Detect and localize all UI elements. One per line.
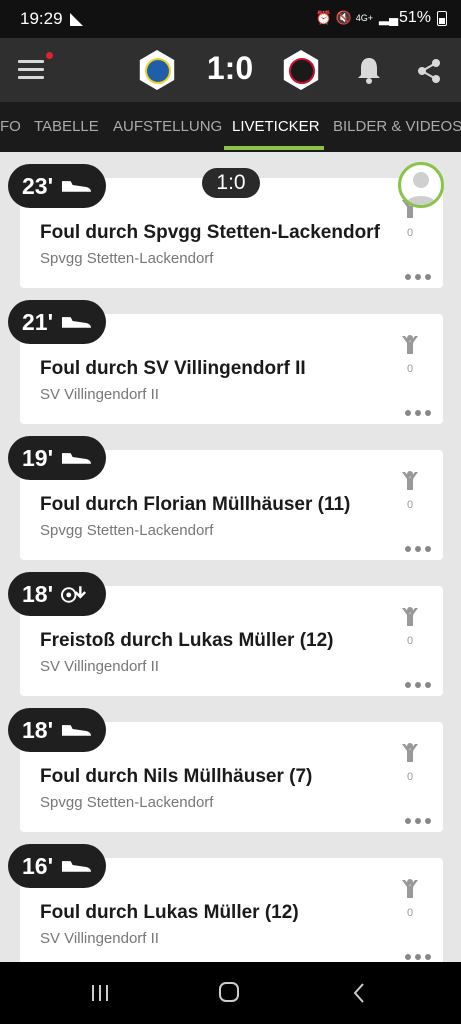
event-team: Spvgg Stetten-Lackendorf xyxy=(40,794,214,811)
event-minute: 16' xyxy=(22,852,54,879)
live-score-chip: 1:0 xyxy=(202,168,260,198)
event-title: Foul durch Spvgg Stetten-Lackendorf xyxy=(40,222,380,243)
sim-icon xyxy=(70,13,83,26)
person-icon xyxy=(406,172,436,205)
cheer-icon xyxy=(402,335,418,354)
event-team: Spvgg Stetten-Lackendorf xyxy=(40,522,214,539)
status-bar: 19:29 ⏰ 🔇 4G+ ▂▄ 51% xyxy=(0,0,461,38)
more-options-button[interactable] xyxy=(405,954,431,960)
event-team: SV Villingendorf II xyxy=(40,658,159,675)
battery-icon xyxy=(437,10,447,26)
signal-icon: ▂▄ xyxy=(378,10,399,25)
event-title: Freistoß durch Lukas Müller (12) xyxy=(40,630,334,651)
away-team-crest[interactable] xyxy=(283,50,319,90)
minute-badge: 18' xyxy=(8,708,106,752)
event-minute: 23' xyxy=(22,172,54,199)
more-options-button[interactable] xyxy=(405,410,431,416)
event-title: Foul durch Nils Müllhäuser (7) xyxy=(40,766,313,787)
free-kick-icon xyxy=(61,586,87,603)
event-team: SV Villingendorf II xyxy=(40,386,159,403)
like-button[interactable]: 0 xyxy=(399,470,421,511)
like-button[interactable]: 0 xyxy=(399,878,421,919)
tab-bar: FO TABELLE AUFSTELLUNG LIVETICKER BILDER… xyxy=(0,102,461,152)
tab-liveticker[interactable]: LIVETICKER xyxy=(232,102,320,152)
user-avatar[interactable] xyxy=(398,162,444,208)
minute-badge: 16' xyxy=(8,844,106,888)
tab-aufstellung[interactable]: AUFSTELLUNG xyxy=(113,102,222,152)
menu-button[interactable] xyxy=(18,60,44,80)
minute-badge: 18' xyxy=(8,572,106,616)
like-count: 0 xyxy=(406,499,414,511)
like-button[interactable]: 0 xyxy=(399,606,421,647)
more-options-button[interactable] xyxy=(405,682,431,688)
cheer-icon xyxy=(402,471,418,490)
more-options-button[interactable] xyxy=(405,274,431,280)
event-minute: 21' xyxy=(22,308,54,335)
cheer-icon xyxy=(402,743,418,762)
status-icons: ⏰ 🔇 4G+ ▂▄ 51% xyxy=(316,9,447,27)
like-button[interactable]: 0 xyxy=(399,334,421,375)
cheer-icon xyxy=(402,879,418,898)
home-team-crest[interactable] xyxy=(139,50,175,90)
event-title: Foul durch SV Villingendorf II xyxy=(40,358,306,379)
foul-boot-icon xyxy=(62,861,92,872)
more-options-button[interactable] xyxy=(405,818,431,824)
minute-badge: 21' xyxy=(8,300,106,344)
event-title: Foul durch Lukas Müller (12) xyxy=(40,902,299,923)
like-count: 0 xyxy=(406,363,414,375)
like-count: 0 xyxy=(406,227,414,239)
battery-percent: 51% xyxy=(398,9,431,26)
status-time: 19:29 xyxy=(20,9,63,28)
home-button[interactable] xyxy=(219,982,239,1002)
event-team: Spvgg Stetten-Lackendorf xyxy=(40,250,214,267)
network-label: 4G+ xyxy=(355,13,373,23)
cheer-icon xyxy=(402,607,418,626)
event-title: Foul durch Florian Müllhäuser (11) xyxy=(40,494,351,515)
event-team: SV Villingendorf II xyxy=(40,930,159,947)
recent-apps-button[interactable] xyxy=(90,983,110,1003)
system-nav-bar xyxy=(0,962,461,1024)
liveticker-feed[interactable]: Foul durch Spvgg Stetten-Lackendorf Spvg… xyxy=(0,152,461,962)
notification-dot xyxy=(46,52,53,59)
minute-badge: 19' xyxy=(8,436,106,480)
like-count: 0 xyxy=(406,771,414,783)
share-icon[interactable] xyxy=(416,58,442,84)
mute-icon: 🔇 xyxy=(335,10,352,25)
event-minute: 19' xyxy=(22,444,54,471)
foul-boot-icon xyxy=(62,317,92,328)
like-count: 0 xyxy=(406,907,414,919)
match-header: 1:0 xyxy=(0,38,461,102)
like-count: 0 xyxy=(406,635,414,647)
match-score: 1:0 xyxy=(206,50,254,86)
back-button[interactable] xyxy=(352,982,366,1004)
alarm-icon: ⏰ xyxy=(315,10,332,25)
tab-bilder-videos[interactable]: BILDER & VIDEOS xyxy=(333,102,461,152)
tab-tabelle[interactable]: TABELLE xyxy=(34,102,99,152)
active-tab-indicator xyxy=(224,146,324,150)
foul-boot-icon xyxy=(62,453,92,464)
event-minute: 18' xyxy=(22,716,54,743)
foul-boot-icon xyxy=(62,725,92,736)
event-minute: 18' xyxy=(22,580,54,607)
bell-icon[interactable] xyxy=(356,56,382,84)
like-button[interactable]: 0 xyxy=(399,742,421,783)
minute-badge: 23' xyxy=(8,164,106,208)
tab-info[interactable]: FO xyxy=(0,102,21,152)
foul-boot-icon xyxy=(62,181,92,192)
more-options-button[interactable] xyxy=(405,546,431,552)
